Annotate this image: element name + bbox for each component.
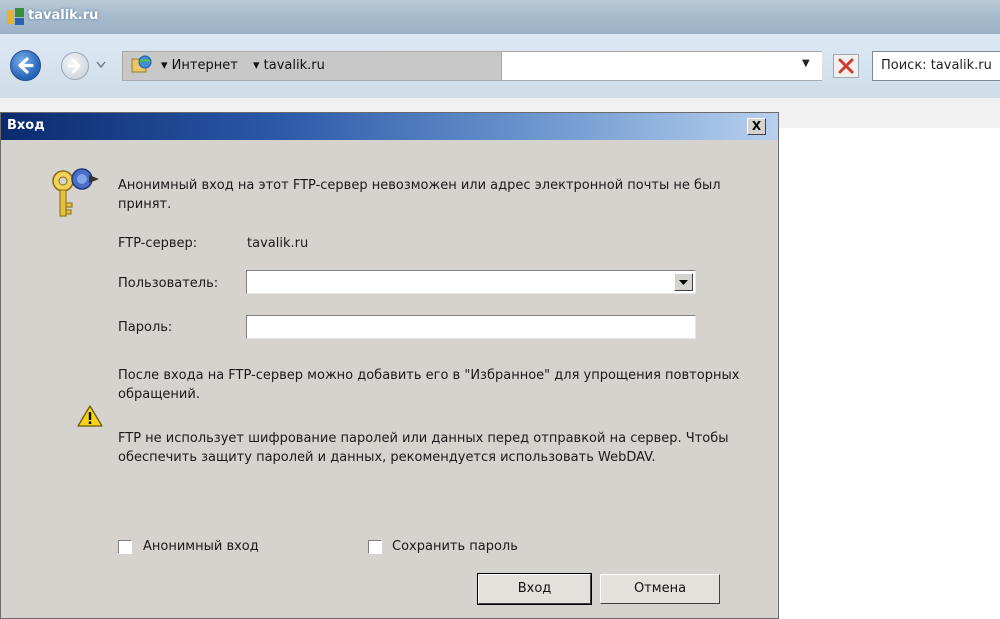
login-dialog: Вход X Анонимный вход на этот FTP-сервер… [0,112,779,619]
user-label-text: Пользователь: [118,276,219,291]
forward-button[interactable] [61,52,89,80]
stop-button[interactable] [833,54,859,78]
anonymous-checkbox[interactable] [118,540,132,554]
history-dropdown-icon[interactable] [95,57,107,71]
user-combobox[interactable] [246,270,696,294]
dialog-title: Вход [7,118,45,133]
password-label-text: Пароль: [118,320,173,335]
close-icon: X [751,119,762,133]
address-dropdown-icon[interactable]: ▼ [802,58,810,69]
cancel-button[interactable]: Отмена [600,574,720,604]
app-icon [7,8,24,25]
favorites-note: После входа на FTP-сервер можно добавить… [118,368,740,402]
ftp-server-label: FTP-сервер: [118,236,198,251]
security-warning: FTP не использует шифрование паролей или… [118,431,729,465]
address-segment-site-label: tavalik.ru [263,58,325,73]
user-label: Пользователь: [118,274,218,293]
ftp-server-value: tavalik.ru [247,236,309,251]
search-input[interactable]: Поиск: tavalik.ru [872,51,1000,81]
anonymous-label[interactable]: Анонимный вход [143,537,259,556]
warning-icon [77,405,103,427]
login-message: Анонимный вход на этот FTP-сервер невозм… [118,178,721,212]
user-dropdown-button[interactable] [674,273,693,291]
back-button[interactable] [10,50,41,81]
window-title-bar: tavalik.ru [0,0,1000,34]
window-title: tavalik.ru [28,8,99,23]
close-button[interactable]: X [747,118,766,135]
forward-arrow-icon [67,58,81,74]
stop-icon [838,58,854,74]
save-password-checkbox[interactable] [368,540,382,554]
search-input-text: Поиск: tavalik.ru [881,58,992,73]
address-segment-internet[interactable]: ▾ Интернет [161,58,238,73]
keys-icon [52,168,99,217]
dropdown-arrow-icon [679,280,688,285]
back-arrow-icon [18,57,34,74]
password-label: Пароль: [118,318,172,337]
dialog-title-bar: Вход X [1,113,778,140]
address-bar-empty-area[interactable] [502,51,822,81]
globe-icon [131,55,152,73]
save-password-label[interactable]: Сохранить пароль [392,537,518,556]
address-segment-internet-label: Интернет [171,58,238,73]
login-button[interactable]: Вход [477,573,592,605]
address-segment-site[interactable]: ▾ tavalik.ru [253,58,325,73]
password-field[interactable] [246,315,696,339]
